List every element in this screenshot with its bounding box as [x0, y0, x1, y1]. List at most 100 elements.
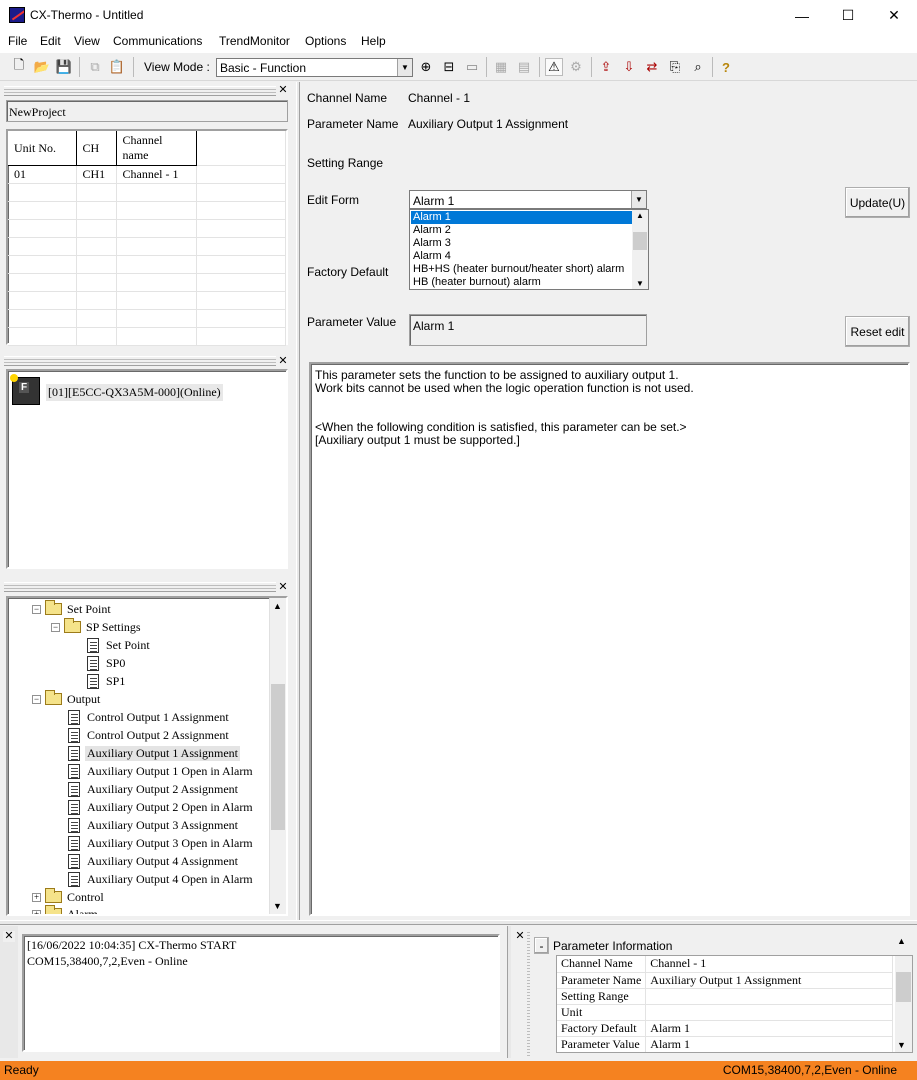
- device-label[interactable]: [01][E5CC-QX3A5M-000](Online): [46, 384, 223, 401]
- close-icon[interactable]: ✕: [277, 582, 289, 593]
- save-icon[interactable]: 💾: [55, 58, 73, 76]
- expand-icon[interactable]: +: [32, 892, 41, 902]
- tree-item-auxiliary-output-2-assignment[interactable]: Auxiliary Output 2 Assignment: [68, 780, 240, 798]
- tree-node-sp-settings[interactable]: − SP Settings: [51, 618, 143, 636]
- tree-item-auxiliary-output-1-open-in-alarm[interactable]: Auxiliary Output 1 Open in Alarm: [68, 762, 255, 780]
- filter-icon[interactable]: ⊟: [440, 58, 458, 76]
- bottom-splitter[interactable]: [507, 926, 511, 1058]
- panel-grip[interactable]: [527, 930, 530, 1056]
- maximize-button[interactable]: ☐: [825, 0, 871, 31]
- view-mode-select[interactable]: Basic - Function ▼: [216, 58, 413, 77]
- option-hb-alarm[interactable]: HB (heater burnout) alarm: [411, 276, 633, 289]
- tree-item-auxiliary-output-2-open-in-alarm[interactable]: Auxiliary Output 2 Open in Alarm: [68, 798, 255, 816]
- document-icon: [68, 799, 80, 815]
- scroll-up-icon[interactable]: ▲: [897, 936, 906, 946]
- paste-icon[interactable]: 📋: [108, 58, 126, 76]
- tree-item-sp1[interactable]: SP1: [87, 672, 127, 690]
- table-icon[interactable]: ▤: [515, 58, 533, 76]
- tree-scrollbar[interactable]: ▲ ▼: [269, 598, 286, 914]
- scrollbar-thumb[interactable]: [633, 232, 647, 250]
- add-parameter-icon[interactable]: ⊕: [417, 58, 435, 76]
- info-scrollbar[interactable]: [895, 956, 912, 1052]
- connect-icon[interactable]: ⎘: [666, 58, 684, 76]
- scrollbar-thumb[interactable]: [271, 684, 285, 830]
- tree-item-sp0[interactable]: SP0: [87, 654, 127, 672]
- help-icon[interactable]: ?: [717, 58, 735, 76]
- panel-grip[interactable]: [4, 582, 276, 592]
- column-header-ch[interactable]: CH: [76, 131, 117, 166]
- scroll-up-icon[interactable]: ▲: [636, 211, 644, 220]
- device-settings-icon[interactable]: ⚙: [567, 58, 585, 76]
- menu-options[interactable]: Options: [305, 34, 346, 48]
- tree-item-auxiliary-output-3-open-in-alarm[interactable]: Auxiliary Output 3 Open in Alarm: [68, 834, 255, 852]
- option-alarm-2[interactable]: Alarm 2: [411, 224, 633, 237]
- option-alarm-4[interactable]: Alarm 4: [411, 250, 633, 263]
- reset-edit-button[interactable]: Reset edit: [845, 316, 910, 347]
- tree-item-auxiliary-output-4-open-in-alarm[interactable]: Auxiliary Output 4 Open in Alarm: [68, 870, 255, 888]
- monitor-icon[interactable]: ⌕: [689, 58, 707, 76]
- menu-help[interactable]: Help: [361, 34, 386, 48]
- tree-node-alarm[interactable]: + Alarm: [32, 905, 100, 914]
- menu-communications[interactable]: Communications: [113, 34, 202, 48]
- expand-icon[interactable]: +: [32, 909, 41, 914]
- option-alarm-1[interactable]: Alarm 1: [411, 211, 633, 224]
- column-header-unit-no[interactable]: Unit No.: [8, 131, 77, 166]
- project-box[interactable]: NewProject: [6, 100, 288, 122]
- option-hb-hs-alarm[interactable]: HB+HS (heater burnout/heater short) alar…: [411, 263, 633, 276]
- table-row[interactable]: 01 CH1 Channel - 1: [8, 165, 286, 184]
- grid-icon[interactable]: ▦: [492, 58, 510, 76]
- collapse-icon[interactable]: −: [51, 622, 60, 632]
- table-row: Factory Default Alarm 1: [557, 1020, 893, 1037]
- tree-item-control-output-1-assignment[interactable]: Control Output 1 Assignment: [68, 708, 231, 726]
- log-panel-grip[interactable]: [0, 926, 18, 1058]
- scrollbar-thumb[interactable]: [896, 972, 911, 1002]
- compare-icon[interactable]: ⇄: [643, 58, 661, 76]
- option-alarm-3[interactable]: Alarm 3: [411, 237, 633, 250]
- update-button[interactable]: Update(U): [845, 187, 910, 218]
- scroll-up-icon[interactable]: ▲: [273, 601, 282, 611]
- horizontal-splitter[interactable]: [0, 920, 917, 925]
- close-icon[interactable]: ✕: [3, 931, 15, 942]
- new-file-icon[interactable]: 🗋: [10, 57, 28, 76]
- copy-icon[interactable]: ⧉: [86, 58, 104, 76]
- menu-trendmonitor[interactable]: TrendMonitor: [219, 34, 290, 48]
- collapse-icon[interactable]: −: [32, 604, 41, 614]
- vertical-splitter[interactable]: [296, 82, 300, 920]
- tree-item-auxiliary-output-3-assignment[interactable]: Auxiliary Output 3 Assignment: [68, 816, 240, 834]
- minimize-button[interactable]: —: [779, 0, 825, 31]
- options-scrollbar[interactable]: ▲ ▼: [632, 210, 648, 289]
- tree-node-output[interactable]: − Output: [32, 690, 102, 708]
- close-button[interactable]: ✕: [871, 0, 917, 31]
- open-folder-icon[interactable]: 📂: [33, 58, 51, 76]
- tree-item-auxiliary-output-1-assignment[interactable]: Auxiliary Output 1 Assignment: [68, 744, 240, 762]
- toolbar-separator: [539, 57, 540, 77]
- edit-form-select[interactable]: Alarm 1 ▼: [409, 190, 647, 209]
- transfer-to-device-icon[interactable]: ⇪: [597, 58, 615, 76]
- scroll-down-icon[interactable]: ▼: [897, 1040, 906, 1050]
- column-header-channel-name[interactable]: Channel name: [116, 131, 197, 166]
- collapse-icon[interactable]: −: [32, 694, 41, 704]
- panel-grip[interactable]: [4, 86, 276, 96]
- transfer-from-device-icon[interactable]: ⇩: [620, 58, 638, 76]
- chevron-down-icon[interactable]: ▼: [397, 59, 412, 76]
- tree-item-control-output-2-assignment[interactable]: Control Output 2 Assignment: [68, 726, 231, 744]
- close-icon[interactable]: ✕: [277, 356, 289, 367]
- collapse-button[interactable]: -: [534, 937, 549, 954]
- scroll-down-icon[interactable]: ▼: [273, 901, 282, 911]
- close-icon[interactable]: ✕: [514, 931, 526, 942]
- remove-icon[interactable]: ▭: [463, 58, 481, 76]
- tree-node-set-point[interactable]: − Set Point: [32, 600, 113, 618]
- tree-item-auxiliary-output-4-assignment[interactable]: Auxiliary Output 4 Assignment: [68, 852, 240, 870]
- tree-node-control[interactable]: + Control: [32, 888, 106, 906]
- tree-item-sp-set-point[interactable]: Set Point: [87, 636, 152, 654]
- table-row: Channel Name Channel - 1: [557, 956, 893, 973]
- scroll-down-icon[interactable]: ▼: [636, 279, 644, 288]
- chevron-down-icon[interactable]: ▼: [631, 191, 646, 208]
- close-icon[interactable]: ✕: [277, 85, 289, 96]
- menu-edit[interactable]: Edit: [40, 34, 61, 48]
- warning-icon[interactable]: ⚠: [545, 58, 563, 76]
- menu-view[interactable]: View: [74, 34, 100, 48]
- panel-grip[interactable]: [4, 356, 276, 366]
- table-row: [8, 255, 286, 274]
- menu-file[interactable]: File: [8, 34, 27, 48]
